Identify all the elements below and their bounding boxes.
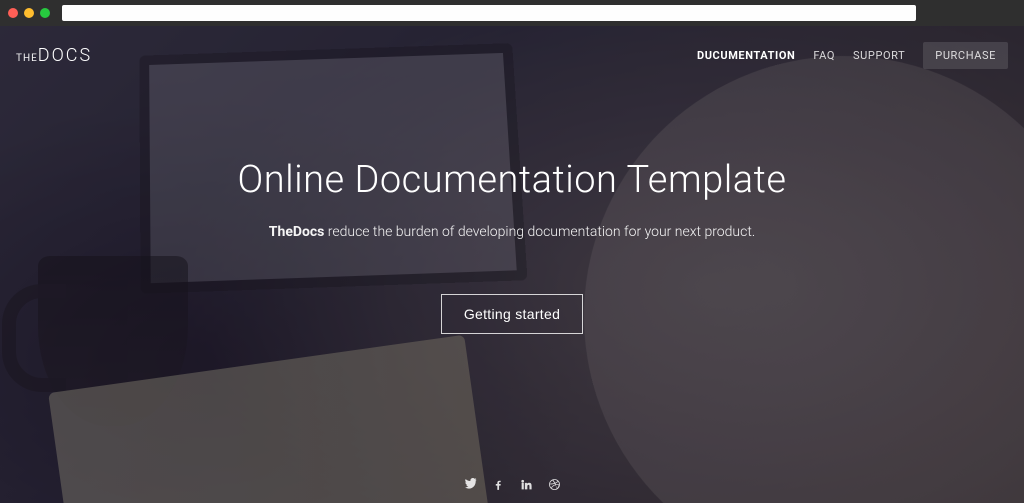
top-nav: THEDOCS DUCUMENTATION FAQ SUPPORT PURCHA… [0, 26, 1024, 84]
nav-faq[interactable]: FAQ [813, 49, 835, 62]
hero-subtitle-rest: reduce the burden of developing document… [324, 224, 755, 240]
hero-subtitle: TheDocs reduce the burden of developing … [269, 224, 755, 240]
logo-name: DOCS [38, 45, 92, 66]
browser-chrome [0, 0, 1024, 26]
logo[interactable]: THEDOCS [16, 45, 92, 66]
hero: Online Documentation Template TheDocs re… [0, 26, 1024, 503]
logo-prefix: THE [16, 53, 38, 64]
facebook-icon[interactable] [491, 477, 505, 491]
getting-started-button[interactable]: Getting started [441, 294, 583, 334]
window-minimize-icon[interactable] [24, 8, 34, 18]
url-bar[interactable] [62, 5, 916, 21]
hero-title: Online Documentation Template [237, 158, 786, 202]
twitter-icon[interactable] [463, 477, 477, 491]
linkedin-icon[interactable] [519, 477, 533, 491]
social-links [0, 477, 1024, 491]
nav-documentation[interactable]: DUCUMENTATION [697, 49, 795, 62]
nav-links: DUCUMENTATION FAQ SUPPORT PURCHASE [697, 42, 1008, 69]
hero-subtitle-bold: TheDocs [269, 224, 325, 240]
page-viewport: THEDOCS DUCUMENTATION FAQ SUPPORT PURCHA… [0, 26, 1024, 503]
nav-purchase[interactable]: PURCHASE [923, 42, 1008, 69]
window-close-icon[interactable] [8, 8, 18, 18]
dribbble-icon[interactable] [547, 477, 561, 491]
nav-support[interactable]: SUPPORT [853, 49, 905, 62]
window-maximize-icon[interactable] [40, 8, 50, 18]
